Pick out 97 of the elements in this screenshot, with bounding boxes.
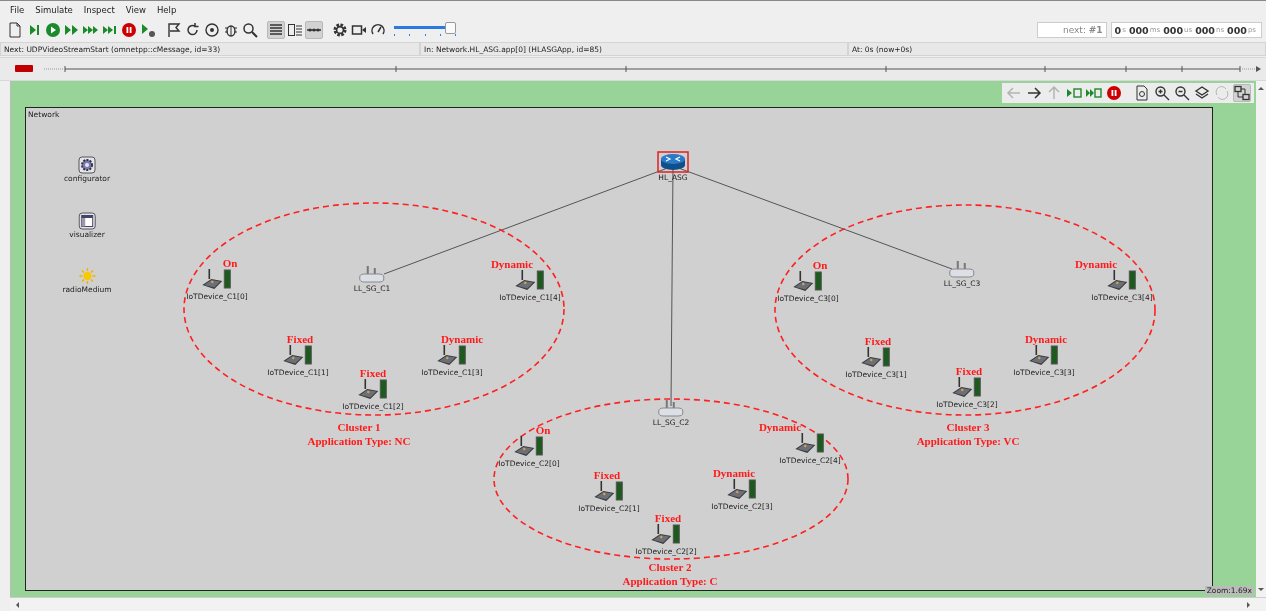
- mode-annotation: Dynamic: [1074, 258, 1118, 270]
- device-icon[interactable]: [1027, 344, 1061, 368]
- zoom-out-button[interactable]: [1173, 84, 1191, 102]
- device-icon[interactable]: [200, 268, 234, 292]
- list-button[interactable]: [267, 21, 285, 39]
- new-button[interactable]: [6, 21, 24, 39]
- layers-button[interactable]: [1193, 84, 1211, 102]
- module-view-button[interactable]: [1233, 84, 1251, 102]
- cluster-title: Cluster 2: [648, 560, 692, 574]
- window-icon[interactable]: [78, 212, 96, 230]
- pause-icon: [1106, 85, 1122, 101]
- device-icon[interactable]: [649, 523, 683, 547]
- mode-annotation: On: [812, 259, 828, 271]
- document-icon: [1134, 85, 1150, 101]
- device-icon[interactable]: [356, 378, 390, 402]
- slider-thumb[interactable]: [445, 22, 456, 34]
- document-icon: [7, 22, 23, 38]
- relayout-button[interactable]: [1133, 84, 1151, 102]
- device-icon[interactable]: [791, 270, 825, 294]
- timeline-button[interactable]: [305, 21, 323, 39]
- zoom-out-icon: [1174, 85, 1190, 101]
- device-icon[interactable]: [512, 435, 546, 459]
- up-arrow-icon: [1046, 85, 1062, 101]
- device-icon[interactable]: [725, 478, 759, 502]
- cluster-title: Cluster 1: [337, 420, 381, 434]
- mode-annotation: Fixed: [593, 469, 621, 481]
- menu-item[interactable]: File: [10, 5, 25, 15]
- flag-icon: [166, 22, 182, 38]
- device-icon[interactable]: [1105, 269, 1139, 293]
- layers-icon: [1194, 85, 1210, 101]
- horizontal-scrollbar[interactable]: [10, 597, 1266, 611]
- rotate-icon: [1214, 85, 1230, 101]
- mode-annotation: Fixed: [955, 365, 983, 377]
- search-icon: [242, 22, 258, 38]
- settings-icon: [332, 22, 348, 38]
- play-icon: [140, 22, 156, 38]
- search-button[interactable]: [241, 21, 259, 39]
- gear-button[interactable]: [331, 21, 349, 39]
- access-point-icon[interactable]: [947, 259, 977, 279]
- scroll-left-icon[interactable]: [14, 600, 20, 609]
- mode-annotation: Fixed: [654, 512, 682, 524]
- fast-forward-icon: [64, 22, 80, 38]
- details-icon: [287, 22, 303, 38]
- debug-next-button[interactable]: [139, 21, 157, 39]
- fast-forward-icon: [1086, 85, 1102, 101]
- mode-annotation: Dynamic: [712, 467, 756, 479]
- gear-icon[interactable]: [78, 156, 96, 174]
- refresh-icon: [185, 22, 201, 38]
- mode-annotation: Fixed: [286, 333, 314, 345]
- zoom-in-icon: [1154, 85, 1170, 101]
- mode-annotation: Dynamic: [490, 258, 534, 270]
- menu-item[interactable]: Help: [156, 5, 177, 15]
- mode-annotation: Dynamic: [440, 333, 484, 345]
- access-point-icon[interactable]: [357, 264, 387, 284]
- target-icon: [204, 22, 220, 38]
- scroll-right-icon[interactable]: [1246, 600, 1252, 609]
- device-icon[interactable]: [793, 432, 827, 456]
- forward-arrow-icon: [1026, 85, 1042, 101]
- list-icon: [268, 22, 284, 38]
- menu-item[interactable]: View: [125, 5, 146, 15]
- router-icon[interactable]: [657, 151, 689, 173]
- application-type: Application Type: VC: [916, 434, 1020, 448]
- device-icon[interactable]: [859, 346, 893, 370]
- mode-annotation: Fixed: [359, 367, 387, 379]
- device-icon[interactable]: [435, 344, 469, 368]
- mode-annotation: On: [535, 424, 551, 436]
- device-icon[interactable]: [592, 480, 626, 504]
- module-view-icon: [1234, 85, 1250, 101]
- run-button[interactable]: [44, 21, 62, 39]
- pause-icon: [121, 22, 137, 38]
- bug-icon: [223, 22, 239, 38]
- mode-annotation: Dynamic: [758, 421, 802, 433]
- flag-button[interactable]: [165, 21, 183, 39]
- cluster-title: Cluster 3: [946, 420, 990, 434]
- target-button[interactable]: [203, 21, 221, 39]
- event-number-field: next: #1: [1036, 22, 1107, 38]
- play-icon: [1066, 85, 1082, 101]
- device-icon[interactable]: [950, 376, 984, 400]
- scroll-down-icon[interactable]: [1257, 587, 1265, 593]
- back-arrow-icon: [1006, 85, 1022, 101]
- device-icon[interactable]: [281, 344, 315, 368]
- camera-icon: [351, 22, 367, 38]
- menu-item[interactable]: Simulate: [35, 5, 73, 15]
- zoom-in-button[interactable]: [1153, 84, 1171, 102]
- scroll-up-icon[interactable]: [1257, 85, 1265, 91]
- stop-button[interactable]: [120, 21, 138, 39]
- mode-annotation: Fixed: [864, 335, 892, 347]
- application-type: Application Type: NC: [307, 434, 411, 448]
- access-point-icon[interactable]: [656, 398, 686, 418]
- mode-annotation: Dynamic: [1024, 333, 1068, 345]
- device-icon[interactable]: [513, 269, 547, 293]
- application-type: Application Type: C: [622, 574, 718, 588]
- mode-annotation: On: [222, 257, 238, 269]
- menu-item[interactable]: Inspect: [83, 5, 115, 15]
- details-button[interactable]: [286, 21, 304, 39]
- play-icon: [45, 22, 61, 38]
- stop-button[interactable]: [1105, 84, 1123, 102]
